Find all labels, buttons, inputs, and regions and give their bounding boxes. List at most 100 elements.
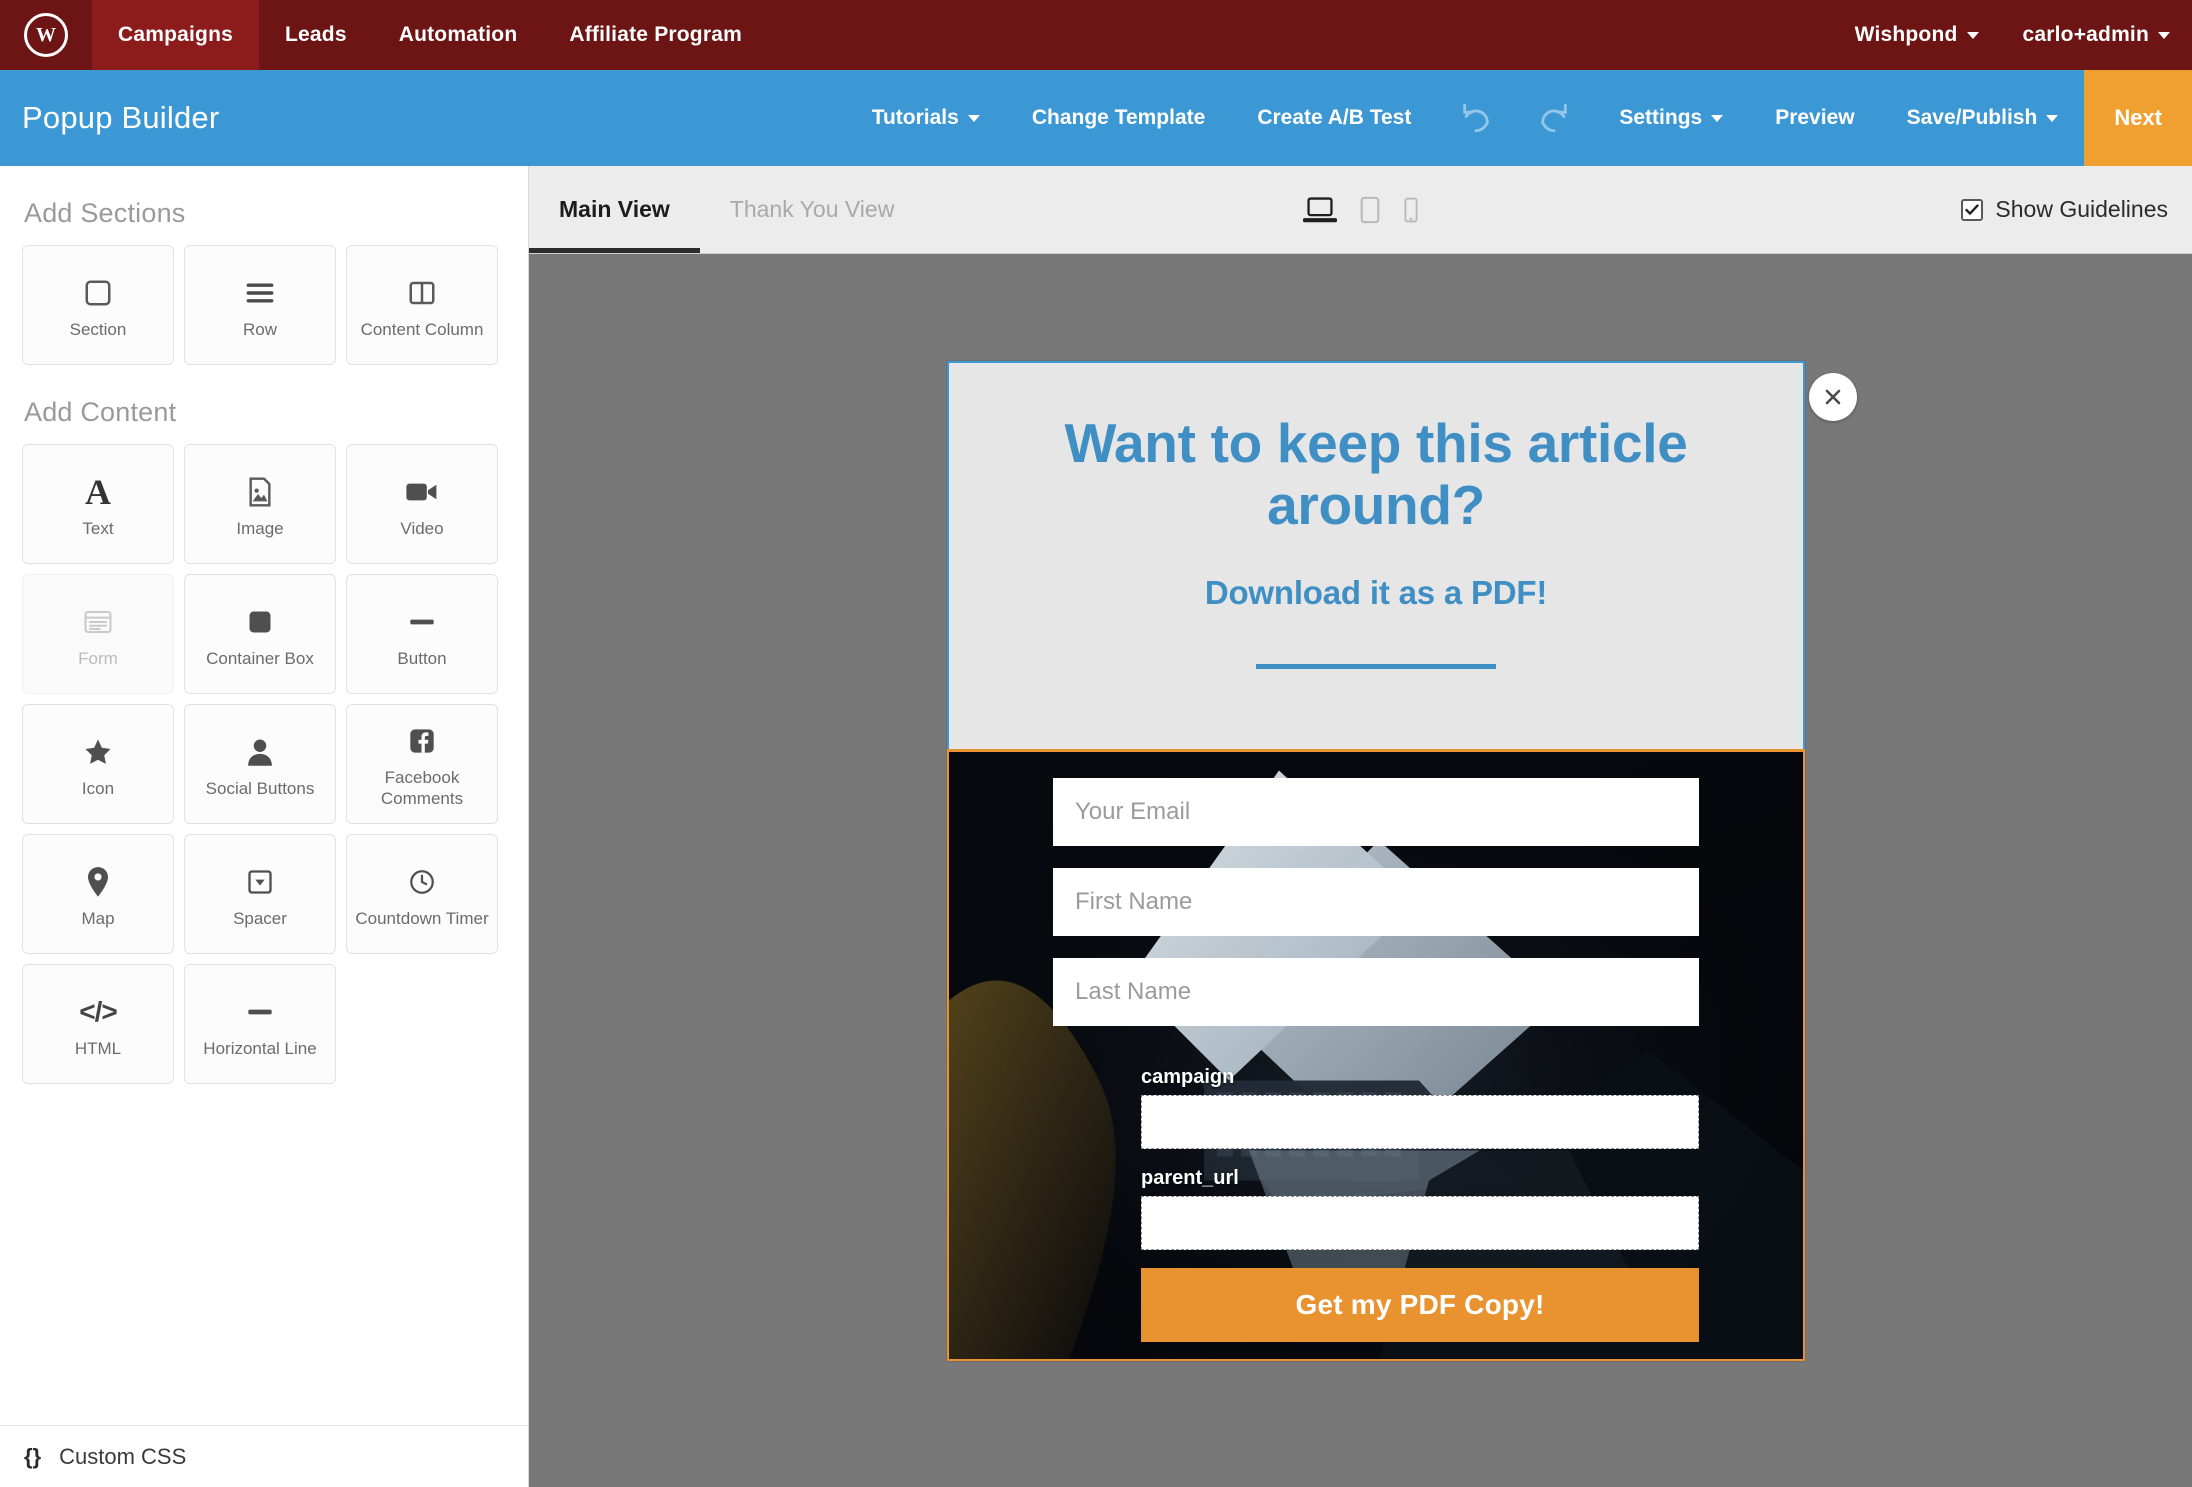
hidden-field-label-campaign: campaign xyxy=(1141,1066,1235,1088)
tile-label-html: HTML xyxy=(74,1038,122,1058)
tile-label-text: Text xyxy=(82,518,114,538)
popup-divider-rule xyxy=(1256,664,1496,670)
square-outline-icon xyxy=(83,270,113,316)
email-field[interactable]: Your Email xyxy=(1053,778,1699,846)
tile-map[interactable]: Map xyxy=(22,834,174,954)
tile-section[interactable]: Section xyxy=(22,245,174,365)
settings-menu[interactable]: Settings xyxy=(1593,70,1749,166)
dash-icon xyxy=(408,599,436,645)
nav-item-leads[interactable]: Leads xyxy=(259,0,373,70)
rows-icon xyxy=(244,270,276,316)
popup-preview[interactable]: Want to keep this article around? Downlo… xyxy=(947,361,1857,1361)
undo-icon[interactable] xyxy=(1437,70,1515,166)
tab-thank-you-view[interactable]: Thank You View xyxy=(700,166,925,253)
tile-video[interactable]: Video xyxy=(346,444,498,564)
code-icon: </> xyxy=(79,995,117,1027)
tile-horizontal-line[interactable]: Horizontal Line xyxy=(184,964,336,1084)
tile-social-buttons[interactable]: Social Buttons xyxy=(184,704,336,824)
popup-headline: Want to keep this article around? xyxy=(1064,412,1688,536)
create-ab-test-button[interactable]: Create A/B Test xyxy=(1231,70,1437,166)
tab-label-main-view: Main View xyxy=(559,196,670,222)
mobile-icon[interactable] xyxy=(1403,197,1419,223)
tab-main-view[interactable]: Main View xyxy=(529,166,700,253)
desktop-icon[interactable] xyxy=(1302,196,1337,224)
spacer-icon xyxy=(246,859,274,905)
star-icon xyxy=(83,729,113,775)
tile-label-image: Image xyxy=(236,518,284,538)
tile-label-form: Form xyxy=(78,648,118,668)
popup-form-section[interactable]: Your Email First Name Last Name campaign… xyxy=(947,749,1805,1361)
canvas-column: Main View Thank You View Show Guidelines… xyxy=(529,166,2192,1487)
custom-css-button[interactable]: {} Custom CSS xyxy=(0,1425,528,1487)
person-icon xyxy=(246,729,274,775)
tile-text[interactable]: A Text xyxy=(22,444,174,564)
logo-letter: W xyxy=(24,13,68,57)
popup-header-section[interactable]: Want to keep this article around? Downlo… xyxy=(947,361,1805,749)
chevron-down-icon xyxy=(1966,31,1979,39)
popup-subheadline: Download it as a PDF! xyxy=(1204,574,1548,612)
tile-label-social-buttons: Social Buttons xyxy=(205,778,315,798)
preview-button[interactable]: Preview xyxy=(1749,70,1880,166)
tile-html[interactable]: </> HTML xyxy=(22,964,174,1084)
tile-content-column[interactable]: Content Column xyxy=(346,245,498,365)
hidden-field-input-campaign[interactable] xyxy=(1141,1095,1699,1149)
popup-form: Your Email First Name Last Name campaign… xyxy=(949,752,1803,1342)
nav-item-user-menu[interactable]: carlo+admin xyxy=(2001,0,2192,70)
hidden-fields-group: campaign parent_url Get my PDF Copy! xyxy=(1053,1066,1699,1342)
chevron-down-icon xyxy=(1711,114,1724,122)
tile-label-icon: Icon xyxy=(81,778,115,798)
popup-canvas[interactable]: Want to keep this article around? Downlo… xyxy=(529,254,2192,1487)
add-content-heading: Add Content xyxy=(24,397,177,427)
nav-item-automation[interactable]: Automation xyxy=(373,0,544,70)
submit-button[interactable]: Get my PDF Copy! xyxy=(1141,1268,1699,1342)
text-a-icon: A xyxy=(85,471,111,512)
nav-label-automation: Automation xyxy=(398,23,518,46)
first-name-field[interactable]: First Name xyxy=(1053,868,1699,936)
last-name-field[interactable]: Last Name xyxy=(1053,958,1699,1026)
tile-facebook-comments[interactable]: Facebook Comments xyxy=(346,704,498,824)
tile-image[interactable]: Image xyxy=(184,444,336,564)
settings-label: Settings xyxy=(1619,106,1703,129)
tile-label-container-box: Container Box xyxy=(206,648,314,668)
tile-label-section: Section xyxy=(69,319,127,339)
tile-row[interactable]: Row xyxy=(184,245,336,365)
custom-css-label: Custom CSS xyxy=(59,1443,187,1469)
tile-label-facebook-comments: Facebook Comments xyxy=(380,768,464,808)
close-x-icon[interactable] xyxy=(1809,373,1857,421)
next-button[interactable]: Next xyxy=(2084,70,2192,166)
change-template-button[interactable]: Change Template xyxy=(1006,70,1231,166)
view-toolbar: Main View Thank You View Show Guidelines xyxy=(529,166,2192,254)
nav-item-campaigns[interactable]: Campaigns xyxy=(92,0,259,70)
show-guidelines-toggle[interactable]: Show Guidelines xyxy=(1961,166,2192,253)
chevron-down-icon xyxy=(967,114,980,122)
tile-label-video: Video xyxy=(400,518,444,538)
facebook-icon xyxy=(408,718,436,764)
tablet-icon[interactable] xyxy=(1359,196,1381,224)
tile-label-button: Button xyxy=(397,648,447,668)
checkbox-checked-icon[interactable] xyxy=(1961,198,1984,221)
tile-form: Form xyxy=(22,574,174,694)
add-sections-heading: Add Sections xyxy=(24,198,186,228)
sidebar-scroll-area[interactable]: Add Sections Section Row Content Column … xyxy=(0,166,528,1425)
wishpond-logo[interactable]: W xyxy=(0,0,92,70)
tile-label-countdown-timer: Countdown Timer xyxy=(355,908,489,928)
tile-label-horizontal-line: Horizontal Line xyxy=(203,1038,317,1058)
account-nav-items: Wishpond carlo+admin xyxy=(1833,0,2192,70)
save-publish-menu[interactable]: Save/Publish xyxy=(1881,70,2085,166)
tile-icon[interactable]: Icon xyxy=(22,704,174,824)
tile-countdown-timer[interactable]: Countdown Timer xyxy=(346,834,498,954)
tile-spacer[interactable]: Spacer xyxy=(184,834,336,954)
builder-toolbar: Popup Builder Tutorials Change Template … xyxy=(0,70,2192,166)
redo-icon[interactable] xyxy=(1515,70,1593,166)
chevron-down-icon xyxy=(2046,114,2059,122)
tile-label-row: Row xyxy=(242,319,277,339)
tab-label-thank-you-view: Thank You View xyxy=(729,196,895,222)
nav-item-wishpond-account[interactable]: Wishpond xyxy=(1833,0,2001,70)
last-name-field-placeholder: Last Name xyxy=(1075,978,1192,1005)
nav-item-affiliate-program[interactable]: Affiliate Program xyxy=(543,0,768,70)
hidden-field-input-parent-url[interactable] xyxy=(1141,1196,1699,1250)
tutorials-menu[interactable]: Tutorials xyxy=(846,70,1006,166)
tile-button[interactable]: Button xyxy=(346,574,498,694)
tile-container-box[interactable]: Container Box xyxy=(184,574,336,694)
nav-label-affiliate-program: Affiliate Program xyxy=(569,23,742,46)
